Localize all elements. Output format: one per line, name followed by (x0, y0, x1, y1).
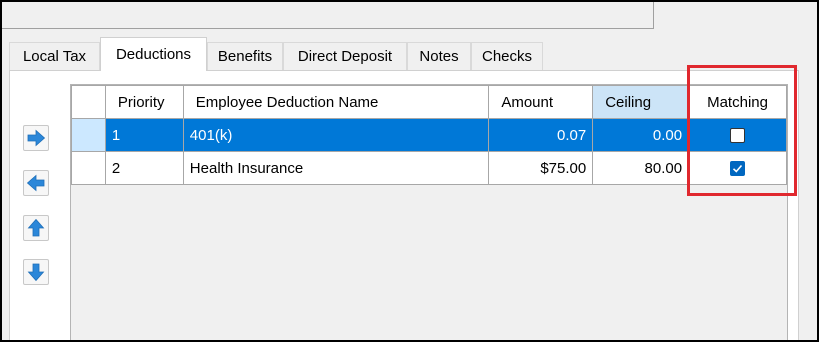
column-header-matching[interactable]: Matching (688, 85, 787, 119)
down-arrow-icon (27, 263, 45, 282)
column-header-ceiling[interactable]: Ceiling (592, 85, 690, 119)
cell-priority[interactable]: 1 (104, 118, 184, 152)
deductions-table: Priority Employee Deduction Name Amount … (71, 85, 787, 185)
cell-deduction-name[interactable]: 401(k) (182, 118, 490, 152)
tab-direct-deposit[interactable]: Direct Deposit (283, 42, 407, 70)
column-header-amount[interactable]: Amount (488, 85, 594, 119)
deductions-grid[interactable]: Priority Employee Deduction Name Amount … (70, 84, 788, 340)
cell-priority[interactable]: 2 (104, 151, 184, 185)
move-up-button[interactable] (23, 215, 49, 241)
tab-label: Notes (419, 48, 459, 65)
column-header-priority[interactable]: Priority (104, 85, 184, 119)
tab-checks[interactable]: Checks (471, 42, 543, 70)
matching-checkbox[interactable] (730, 128, 746, 144)
cell-ceiling[interactable]: 0.00 (592, 118, 690, 152)
cell-amount[interactable]: $75.00 (488, 151, 594, 185)
cell-matching[interactable] (688, 151, 787, 185)
column-header-deduction-name[interactable]: Employee Deduction Name (182, 85, 490, 119)
tab-label: Direct Deposit (297, 48, 393, 65)
row-header[interactable] (71, 151, 106, 185)
tab-local-tax[interactable]: Local Tax (9, 42, 100, 70)
header-row: Priority Employee Deduction Name Amount … (71, 85, 787, 119)
cell-ceiling[interactable]: 80.00 (592, 151, 690, 185)
cell-matching[interactable] (688, 118, 787, 152)
cell-amount[interactable]: 0.07 (488, 118, 594, 152)
tab-label: Checks (481, 48, 533, 65)
tab-deductions[interactable]: Deductions (100, 37, 207, 71)
matching-checkbox[interactable] (730, 161, 746, 177)
window-frame: Local Tax Deductions Benefits Direct Dep… (0, 0, 819, 342)
move-right-button[interactable] (23, 125, 49, 151)
right-arrow-icon (27, 129, 46, 147)
tab-label: Deductions (115, 46, 192, 63)
move-left-button[interactable] (23, 170, 49, 196)
tab-benefits[interactable]: Benefits (207, 42, 283, 70)
checkmark-icon (732, 165, 743, 173)
cell-deduction-name[interactable]: Health Insurance (182, 151, 490, 185)
table-row[interactable]: 1 401(k) 0.07 0.00 (71, 118, 787, 152)
row-header[interactable] (71, 118, 106, 152)
tab-label: Local Tax (22, 48, 87, 65)
left-arrow-icon (26, 174, 45, 192)
tab-label: Benefits (217, 48, 273, 65)
move-down-button[interactable] (23, 259, 49, 285)
table-row[interactable]: 2 Health Insurance $75.00 80.00 (71, 151, 787, 185)
row-header-corner (71, 85, 106, 119)
up-arrow-icon (27, 218, 45, 237)
top-panel (2, 2, 654, 29)
tab-notes[interactable]: Notes (407, 42, 471, 70)
